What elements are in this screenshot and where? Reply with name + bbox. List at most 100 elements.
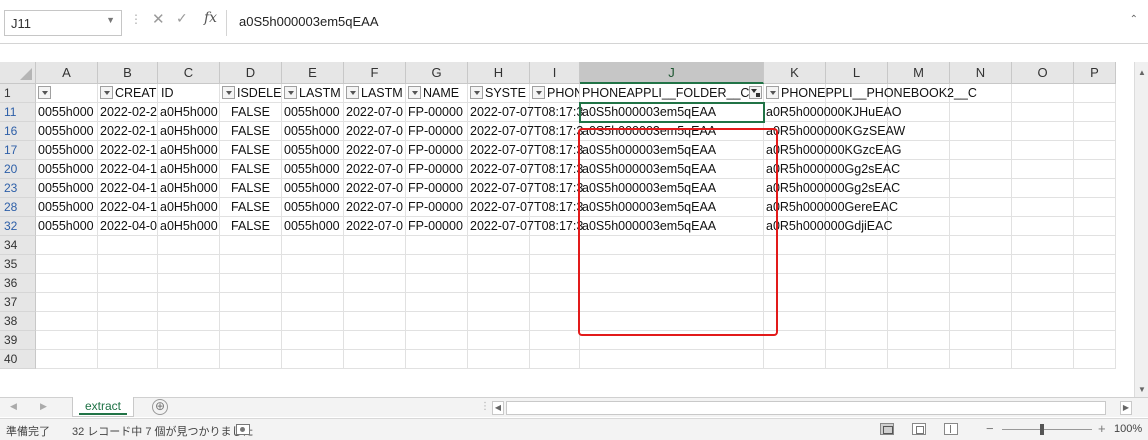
- scroll-left-icon[interactable]: ◀: [492, 401, 504, 415]
- normal-view-icon[interactable]: [880, 423, 894, 435]
- row-header[interactable]: 39: [0, 331, 36, 350]
- header-cell[interactable]: CREAT: [98, 84, 158, 103]
- worksheet-grid[interactable]: A B C D E F G H I J K L M N O P 1 CREAT ID ISDELE LASTM LASTM…: [0, 62, 1148, 394]
- table-cell[interactable]: [344, 274, 406, 293]
- row-header[interactable]: 38: [0, 312, 36, 331]
- table-cell[interactable]: a0S5h000003em5qEAA: [580, 122, 764, 141]
- table-cell[interactable]: [1074, 217, 1116, 236]
- column-header-k[interactable]: K: [764, 62, 826, 84]
- table-cell[interactable]: [530, 312, 580, 331]
- table-cell[interactable]: 0055h000: [282, 217, 344, 236]
- table-cell[interactable]: [220, 293, 282, 312]
- table-cell[interactable]: [530, 236, 580, 255]
- table-cell[interactable]: [36, 350, 98, 369]
- filter-dropdown-icon[interactable]: [38, 86, 51, 100]
- table-cell[interactable]: [950, 312, 1012, 331]
- row-header[interactable]: 36: [0, 274, 36, 293]
- table-cell[interactable]: [406, 331, 468, 350]
- table-cell[interactable]: [282, 236, 344, 255]
- table-cell[interactable]: [826, 255, 888, 274]
- insert-function-icon[interactable]: fx: [204, 10, 217, 26]
- table-cell[interactable]: [98, 274, 158, 293]
- table-cell[interactable]: [220, 331, 282, 350]
- header-cell[interactable]: PHONEAPPLI__FOLDER__C: [580, 84, 764, 103]
- row-header[interactable]: 37: [0, 293, 36, 312]
- table-cell[interactable]: [158, 331, 220, 350]
- table-cell[interactable]: [36, 255, 98, 274]
- row-header[interactable]: 35: [0, 255, 36, 274]
- table-cell[interactable]: [36, 293, 98, 312]
- table-cell[interactable]: [888, 331, 950, 350]
- tab-scroll-left-icon[interactable]: ◀: [10, 401, 17, 412]
- table-cell[interactable]: [826, 350, 888, 369]
- row-header[interactable]: 1: [0, 84, 36, 103]
- table-cell[interactable]: 2022-02-1: [98, 122, 158, 141]
- table-cell[interactable]: [950, 274, 1012, 293]
- table-cell[interactable]: 2022-07-0: [344, 179, 406, 198]
- select-all-corner[interactable]: [0, 62, 36, 84]
- zoom-slider-thumb[interactable]: [1040, 424, 1044, 435]
- table-cell[interactable]: [1074, 255, 1116, 274]
- table-cell[interactable]: [1012, 141, 1074, 160]
- table-cell[interactable]: [950, 293, 1012, 312]
- table-cell[interactable]: [826, 293, 888, 312]
- table-cell[interactable]: 0055h000: [282, 198, 344, 217]
- column-header-j[interactable]: J: [580, 62, 764, 84]
- header-cell[interactable]: LASTM: [282, 84, 344, 103]
- table-cell[interactable]: a0H5h000: [158, 179, 220, 198]
- filter-dropdown-icon[interactable]: [532, 86, 545, 100]
- table-cell[interactable]: [950, 141, 1012, 160]
- table-cell[interactable]: 2022-04-1: [98, 160, 158, 179]
- table-cell[interactable]: [950, 350, 1012, 369]
- row-header[interactable]: 20: [0, 160, 36, 179]
- header-cell[interactable]: PHONEPPLI__PHONEBOOK2__C: [764, 84, 977, 103]
- table-cell[interactable]: a0R5h000000GereEAC: [764, 198, 898, 217]
- table-cell[interactable]: 0055h000: [282, 103, 344, 122]
- name-box[interactable]: J11 ▼: [4, 10, 122, 36]
- table-cell[interactable]: 2022-07-0: [344, 103, 406, 122]
- table-cell[interactable]: 2022-07-07T08:17:3: [468, 122, 583, 141]
- table-cell[interactable]: [406, 293, 468, 312]
- table-cell[interactable]: [530, 255, 580, 274]
- table-cell[interactable]: a0H5h000: [158, 141, 220, 160]
- macro-recording-icon[interactable]: [236, 424, 250, 435]
- table-cell[interactable]: [158, 312, 220, 331]
- column-header-b[interactable]: B: [98, 62, 158, 84]
- table-cell[interactable]: [344, 236, 406, 255]
- table-cell[interactable]: [580, 312, 764, 331]
- page-break-view-icon[interactable]: [944, 423, 958, 435]
- table-cell[interactable]: a0S5h000003em5qEAA: [580, 198, 764, 217]
- table-cell[interactable]: [468, 331, 530, 350]
- table-cell[interactable]: a0H5h000: [158, 122, 220, 141]
- header-cell[interactable]: [36, 84, 98, 103]
- table-cell[interactable]: FP-00000: [406, 160, 468, 179]
- column-header-m[interactable]: M: [888, 62, 950, 84]
- table-cell[interactable]: 2022-07-07T08:17:3: [468, 141, 583, 160]
- table-cell[interactable]: [220, 350, 282, 369]
- filter-dropdown-icon[interactable]: [100, 86, 113, 100]
- table-cell[interactable]: [36, 331, 98, 350]
- table-cell[interactable]: a0S5h000003em5qEAA: [580, 160, 764, 179]
- row-header[interactable]: 40: [0, 350, 36, 369]
- horizontal-scrollbar[interactable]: [506, 401, 1106, 415]
- table-cell[interactable]: a0H5h000: [158, 198, 220, 217]
- header-cell[interactable]: PHONE: [530, 84, 580, 103]
- table-cell[interactable]: [1012, 331, 1074, 350]
- table-cell[interactable]: [826, 274, 888, 293]
- table-cell[interactable]: a0R5h000000Gg2sEAC: [764, 160, 900, 179]
- table-cell[interactable]: [468, 255, 530, 274]
- table-cell[interactable]: 2022-04-0: [98, 217, 158, 236]
- table-cell[interactable]: FP-00000: [406, 179, 468, 198]
- table-cell[interactable]: [344, 350, 406, 369]
- table-cell[interactable]: [1074, 179, 1116, 198]
- table-cell[interactable]: [220, 312, 282, 331]
- table-cell[interactable]: [580, 331, 764, 350]
- zoom-out-icon[interactable]: −: [986, 421, 994, 436]
- table-cell[interactable]: FP-00000: [406, 217, 468, 236]
- zoom-in-icon[interactable]: +: [1098, 421, 1106, 436]
- table-cell[interactable]: [1012, 217, 1074, 236]
- table-cell[interactable]: [1074, 350, 1116, 369]
- filter-dropdown-icon[interactable]: [284, 86, 297, 100]
- table-cell[interactable]: [468, 274, 530, 293]
- table-cell[interactable]: a0S5h000003em5qEAA: [580, 179, 764, 198]
